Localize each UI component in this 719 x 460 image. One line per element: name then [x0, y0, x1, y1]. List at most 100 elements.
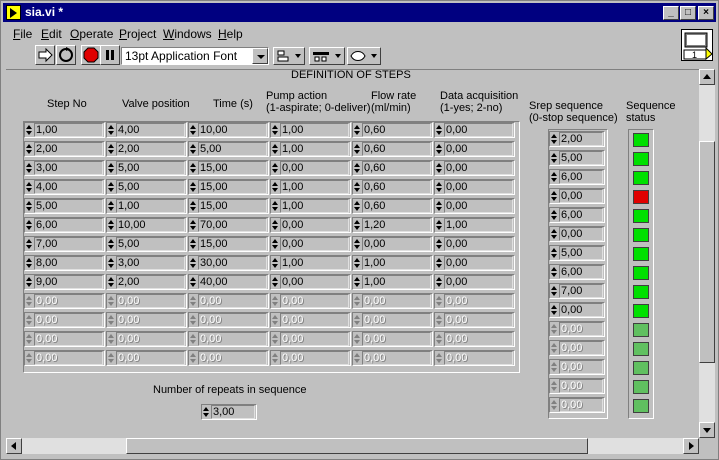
- table-cell[interactable]: 0,00: [270, 217, 351, 233]
- table-cell-value[interactable]: 1,00: [280, 180, 349, 194]
- sequence-value[interactable]: 0,00: [559, 303, 603, 317]
- sequence-cell[interactable]: 7,00: [549, 283, 605, 299]
- table-cell[interactable]: 4,00: [24, 179, 105, 195]
- table-cell[interactable]: 0,00: [434, 255, 515, 271]
- increment-decrement-icon[interactable]: [26, 352, 32, 364]
- table-cell-value[interactable]: 0,60: [362, 199, 431, 213]
- sequence-cell[interactable]: 0,00: [549, 188, 605, 204]
- sequence-cell[interactable]: 0,00: [549, 378, 605, 394]
- table-cell[interactable]: 1,00: [434, 217, 515, 233]
- increment-decrement-icon[interactable]: [190, 314, 196, 326]
- table-cell-value[interactable]: 0,00: [444, 275, 513, 289]
- increment-decrement-icon[interactable]: [354, 124, 360, 136]
- table-cell[interactable]: 0,00: [188, 312, 269, 328]
- table-cell-value[interactable]: 0,60: [362, 123, 431, 137]
- table-cell[interactable]: 0,00: [352, 331, 433, 347]
- table-cell-value[interactable]: 10,00: [198, 123, 267, 137]
- horizontal-scroll-thumb[interactable]: [126, 438, 588, 454]
- table-cell[interactable]: 5,00: [106, 179, 187, 195]
- table-cell[interactable]: 0,00: [434, 274, 515, 290]
- table-cell[interactable]: 1,00: [352, 274, 433, 290]
- table-cell[interactable]: 1,00: [270, 198, 351, 214]
- table-cell[interactable]: 1,00: [106, 198, 187, 214]
- table-cell[interactable]: 2,00: [106, 141, 187, 157]
- menu-windows[interactable]: Windows: [163, 27, 212, 41]
- table-cell[interactable]: 1,00: [270, 141, 351, 157]
- increment-decrement-icon[interactable]: [272, 181, 278, 193]
- table-cell-value[interactable]: 0,60: [362, 180, 431, 194]
- font-select[interactable]: 13pt Application Font: [121, 47, 269, 65]
- table-cell-value[interactable]: 0,00: [444, 180, 513, 194]
- table-cell[interactable]: 0,00: [352, 293, 433, 309]
- repeats-numeric[interactable]: 3,00: [201, 404, 257, 420]
- table-cell-value[interactable]: 0,00: [444, 199, 513, 213]
- table-cell-value[interactable]: 9,00: [34, 275, 103, 289]
- table-cell[interactable]: 0,00: [188, 350, 269, 366]
- table-cell[interactable]: 40,00: [188, 274, 269, 290]
- table-cell[interactable]: 1,00: [270, 255, 351, 271]
- increment-decrement-icon[interactable]: [108, 276, 114, 288]
- table-cell[interactable]: 6,00: [24, 217, 105, 233]
- increment-decrement-icon[interactable]: [354, 219, 360, 231]
- increment-decrement-icon[interactable]: [551, 342, 557, 354]
- table-cell[interactable]: 15,00: [188, 236, 269, 252]
- increment-decrement-icon[interactable]: [551, 361, 557, 373]
- sequence-cell[interactable]: 5,00: [549, 245, 605, 261]
- increment-decrement-icon[interactable]: [26, 333, 32, 345]
- table-cell-value[interactable]: 15,00: [198, 161, 267, 175]
- table-cell-value[interactable]: 3,00: [34, 161, 103, 175]
- table-cell[interactable]: 9,00: [24, 274, 105, 290]
- increment-decrement-icon[interactable]: [551, 190, 557, 202]
- table-cell[interactable]: 10,00: [106, 217, 187, 233]
- table-cell-value[interactable]: 7,00: [34, 237, 103, 251]
- table-cell-value[interactable]: 0,00: [444, 237, 513, 251]
- increment-decrement-icon[interactable]: [436, 333, 442, 345]
- table-cell-value[interactable]: 5,00: [34, 199, 103, 213]
- increment-decrement-icon[interactable]: [26, 295, 32, 307]
- table-cell-value[interactable]: 0,00: [34, 294, 103, 308]
- sequence-value[interactable]: 5,00: [559, 151, 603, 165]
- table-cell-value[interactable]: 15,00: [198, 237, 267, 251]
- menu-help[interactable]: Help: [218, 27, 243, 41]
- increment-decrement-icon[interactable]: [108, 333, 114, 345]
- increment-decrement-icon[interactable]: [272, 333, 278, 345]
- increment-decrement-icon[interactable]: [272, 314, 278, 326]
- increment-decrement-icon[interactable]: [272, 162, 278, 174]
- increment-decrement-icon[interactable]: [190, 257, 196, 269]
- increment-decrement-icon[interactable]: [26, 200, 32, 212]
- table-cell[interactable]: 7,00: [24, 236, 105, 252]
- sequence-cell[interactable]: 6,00: [549, 207, 605, 223]
- table-cell[interactable]: 5,00: [24, 198, 105, 214]
- table-cell-value[interactable]: 0,00: [116, 313, 185, 327]
- vertical-scroll-thumb[interactable]: [699, 141, 715, 363]
- table-cell-value[interactable]: 0,00: [280, 294, 349, 308]
- table-cell[interactable]: 0,00: [352, 312, 433, 328]
- table-cell[interactable]: 0,00: [24, 293, 105, 309]
- close-button[interactable]: ×: [698, 6, 714, 20]
- increment-decrement-icon[interactable]: [436, 238, 442, 250]
- maximize-button[interactable]: □: [680, 6, 696, 20]
- sequence-value[interactable]: 2,00: [559, 132, 603, 146]
- sequence-cell[interactable]: 6,00: [549, 264, 605, 280]
- increment-decrement-icon[interactable]: [354, 352, 360, 364]
- table-cell-value[interactable]: 15,00: [198, 180, 267, 194]
- table-cell-value[interactable]: 0,00: [280, 332, 349, 346]
- table-cell[interactable]: 1,00: [270, 122, 351, 138]
- increment-decrement-icon[interactable]: [354, 257, 360, 269]
- sequence-cell[interactable]: 0,00: [549, 359, 605, 375]
- table-cell-value[interactable]: 0,00: [444, 123, 513, 137]
- table-cell[interactable]: 0,00: [24, 312, 105, 328]
- sequence-cell[interactable]: 6,00: [549, 169, 605, 185]
- increment-decrement-icon[interactable]: [108, 162, 114, 174]
- scroll-down-button[interactable]: [699, 422, 715, 438]
- table-cell[interactable]: 5,00: [188, 141, 269, 157]
- increment-decrement-icon[interactable]: [190, 200, 196, 212]
- table-cell-value[interactable]: 6,00: [34, 218, 103, 232]
- increment-decrement-icon[interactable]: [436, 162, 442, 174]
- increment-decrement-icon[interactable]: [108, 143, 114, 155]
- increment-decrement-icon[interactable]: [26, 276, 32, 288]
- increment-decrement-icon[interactable]: [26, 219, 32, 231]
- increment-decrement-icon[interactable]: [190, 295, 196, 307]
- table-cell-value[interactable]: 4,00: [116, 123, 185, 137]
- table-cell[interactable]: 0,00: [188, 331, 269, 347]
